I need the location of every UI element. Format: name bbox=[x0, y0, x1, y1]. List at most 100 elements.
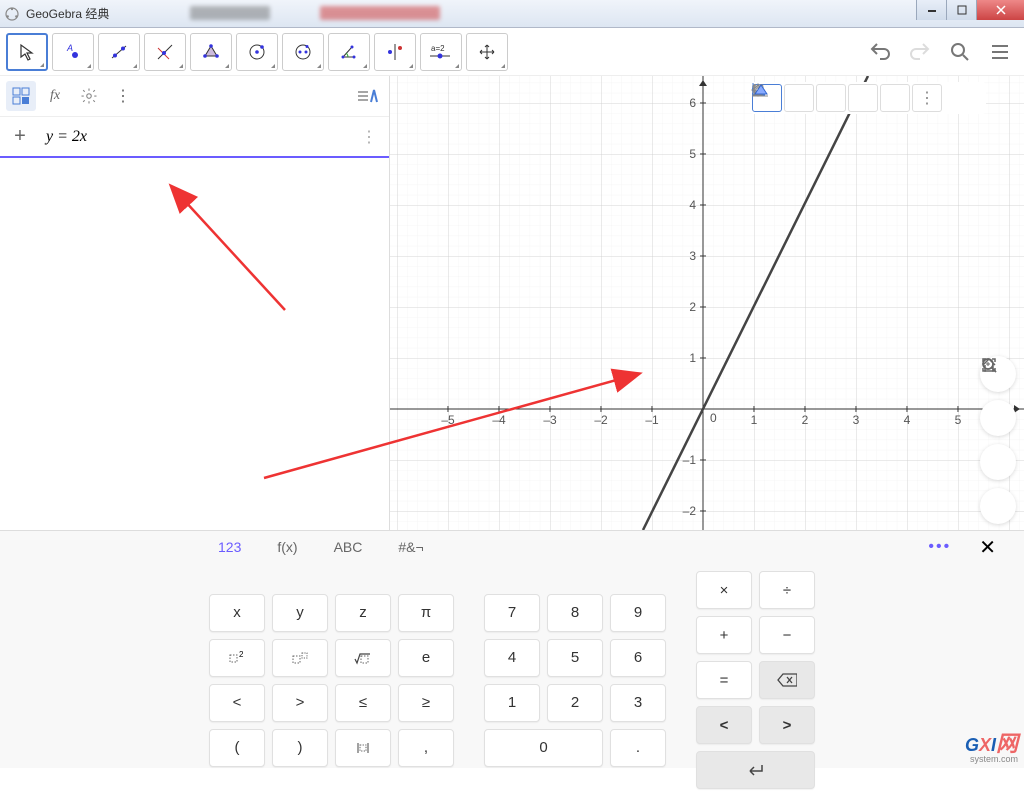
watermark: GXI网 system.com bbox=[965, 726, 1018, 764]
minimize-button[interactable] bbox=[916, 0, 946, 20]
key-y[interactable]: y bbox=[272, 594, 328, 632]
redo-button[interactable] bbox=[902, 34, 938, 70]
kb-close-button[interactable]: ✕ bbox=[971, 535, 1004, 560]
zoom-in-button[interactable] bbox=[980, 400, 1016, 436]
menu-button[interactable] bbox=[982, 34, 1018, 70]
key-backspace[interactable] bbox=[759, 661, 815, 699]
key-9[interactable]: 9 bbox=[610, 594, 666, 632]
key-lt[interactable]: < bbox=[209, 684, 265, 722]
key-z[interactable]: z bbox=[335, 594, 391, 632]
key-8[interactable]: 8 bbox=[547, 594, 603, 632]
key-power[interactable] bbox=[272, 639, 328, 677]
key-5[interactable]: 5 bbox=[547, 639, 603, 677]
kb-tab-123[interactable]: 123 bbox=[200, 531, 259, 563]
undo-button[interactable] bbox=[862, 34, 898, 70]
tool-ellipse[interactable] bbox=[282, 33, 324, 71]
key-1[interactable]: 1 bbox=[484, 684, 540, 722]
input-row[interactable]: + y = 2x ⋮ bbox=[0, 116, 389, 158]
tool-angle[interactable] bbox=[328, 33, 370, 71]
key-left[interactable]: < bbox=[696, 706, 752, 744]
home-icon[interactable] bbox=[816, 84, 846, 112]
style-bar-icon[interactable] bbox=[954, 84, 984, 112]
svg-text:3: 3 bbox=[853, 413, 860, 427]
obscured-text bbox=[190, 6, 270, 20]
zoom-out-button[interactable] bbox=[980, 444, 1016, 480]
key-7[interactable]: 7 bbox=[484, 594, 540, 632]
tool-slider[interactable]: a=2 bbox=[420, 33, 462, 71]
svg-text:2: 2 bbox=[802, 413, 809, 427]
key-dot[interactable]: . bbox=[610, 729, 666, 767]
toggle-panel-icon[interactable] bbox=[353, 81, 383, 111]
svg-text:6: 6 bbox=[689, 96, 696, 110]
svg-text:–4: –4 bbox=[492, 413, 506, 427]
svg-text:0: 0 bbox=[710, 411, 717, 425]
key-ge[interactable]: ≥ bbox=[398, 684, 454, 722]
key-0[interactable]: 0 bbox=[484, 729, 603, 767]
expression-text[interactable]: y = 2x bbox=[32, 128, 357, 146]
grid-toggle-icon[interactable] bbox=[784, 84, 814, 112]
key-minus[interactable]: − bbox=[759, 616, 815, 654]
search-button[interactable] bbox=[942, 34, 978, 70]
svg-text:4: 4 bbox=[689, 198, 696, 212]
virtual-keyboard: 123 f(x) ABC #&¬ ••• ✕ x y z π 2 e < > ≤… bbox=[0, 530, 1024, 768]
kb-tab-sym[interactable]: #&¬ bbox=[380, 531, 441, 563]
graph-settings-icon[interactable] bbox=[880, 84, 910, 112]
tool-perpendicular[interactable] bbox=[144, 33, 186, 71]
svg-text:–1: –1 bbox=[645, 413, 659, 427]
svg-text:–5: –5 bbox=[441, 413, 455, 427]
key-3[interactable]: 3 bbox=[610, 684, 666, 722]
key-gt[interactable]: > bbox=[272, 684, 328, 722]
key-div[interactable]: ÷ bbox=[759, 571, 815, 609]
input-menu-icon[interactable]: ⋮ bbox=[357, 127, 381, 147]
key-mul[interactable]: × bbox=[696, 571, 752, 609]
snap-icon[interactable] bbox=[848, 84, 878, 112]
graph-canvas[interactable]: –5–4–3–2–1 0 12345 654321 –1–2 bbox=[390, 76, 1024, 530]
tool-point[interactable]: A bbox=[52, 33, 94, 71]
key-square[interactable]: 2 bbox=[209, 639, 265, 677]
key-2[interactable]: 2 bbox=[547, 684, 603, 722]
tool-move-view[interactable] bbox=[466, 33, 508, 71]
key-comma[interactable]: , bbox=[398, 729, 454, 767]
maximize-button[interactable] bbox=[946, 0, 976, 20]
key-e[interactable]: e bbox=[398, 639, 454, 677]
key-le[interactable]: ≤ bbox=[335, 684, 391, 722]
svg-text:–1: –1 bbox=[683, 453, 697, 467]
key-plus[interactable]: + bbox=[696, 616, 752, 654]
close-button[interactable] bbox=[976, 0, 1024, 20]
graph-more-icon[interactable]: ⋮ bbox=[912, 84, 942, 112]
svg-text:2: 2 bbox=[689, 300, 696, 314]
fx-icon[interactable]: fx bbox=[40, 81, 70, 111]
main-toolbar: A a=2 bbox=[0, 28, 1024, 76]
kb-tab-abc[interactable]: ABC bbox=[316, 531, 381, 563]
key-6[interactable]: 6 bbox=[610, 639, 666, 677]
key-x[interactable]: x bbox=[209, 594, 265, 632]
key-pi[interactable]: π bbox=[398, 594, 454, 632]
svg-text:–2: –2 bbox=[594, 413, 608, 427]
key-lparen[interactable]: ( bbox=[209, 729, 265, 767]
graph-view[interactable]: –5–4–3–2–1 0 12345 654321 –1–2 ⋮ bbox=[390, 76, 1024, 530]
algebra-view-icon[interactable] bbox=[6, 81, 36, 111]
key-abs[interactable] bbox=[335, 729, 391, 767]
key-eq[interactable]: = bbox=[696, 661, 752, 699]
kb-tab-fx[interactable]: f(x) bbox=[259, 531, 315, 563]
settings-icon[interactable] bbox=[74, 81, 104, 111]
key-enter[interactable] bbox=[696, 751, 815, 789]
tool-line[interactable] bbox=[98, 33, 140, 71]
kb-more-button[interactable]: ••• bbox=[908, 538, 971, 556]
tool-circle[interactable] bbox=[236, 33, 278, 71]
svg-text:4: 4 bbox=[904, 413, 911, 427]
more-icon[interactable]: ⋮ bbox=[108, 81, 138, 111]
tool-polygon[interactable] bbox=[190, 33, 232, 71]
key-sqrt[interactable] bbox=[335, 639, 391, 677]
tool-reflect[interactable] bbox=[374, 33, 416, 71]
fullscreen-button[interactable] bbox=[980, 488, 1016, 524]
key-rparen[interactable]: ) bbox=[272, 729, 328, 767]
svg-text:a=2: a=2 bbox=[431, 44, 445, 53]
key-4[interactable]: 4 bbox=[484, 639, 540, 677]
svg-text:–2: –2 bbox=[683, 504, 697, 518]
key-right[interactable]: > bbox=[759, 706, 815, 744]
add-input-button[interactable]: + bbox=[8, 125, 32, 148]
tool-move[interactable] bbox=[6, 33, 48, 71]
graph-toolbar: ⋮ bbox=[750, 82, 986, 114]
svg-text:5: 5 bbox=[955, 413, 962, 427]
